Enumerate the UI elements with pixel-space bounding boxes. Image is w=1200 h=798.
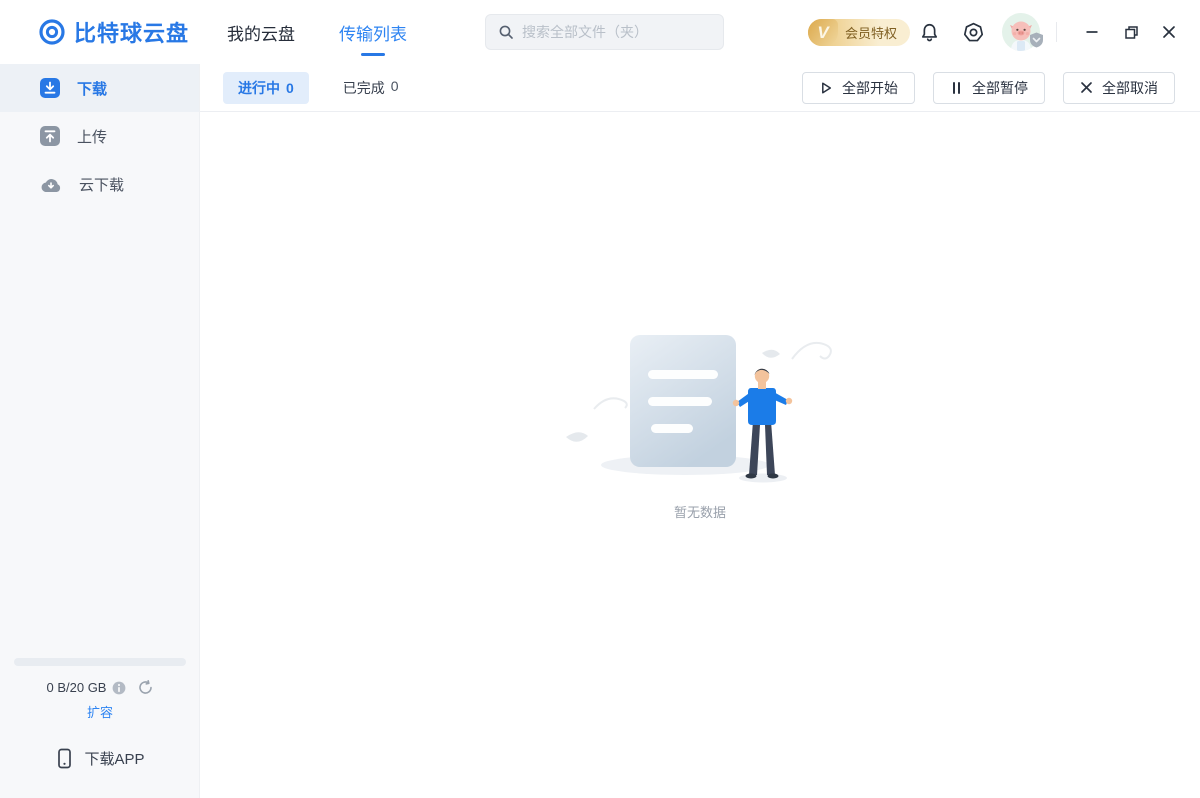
tab-count: 0 xyxy=(391,78,399,98)
avatar[interactable] xyxy=(1002,13,1040,51)
sidebar-item-cloud-download[interactable]: 云下载 xyxy=(0,160,199,208)
cloud-download-icon xyxy=(40,176,62,193)
tab-my-cloud-disk[interactable]: 我的云盘 xyxy=(227,20,295,45)
restore-icon[interactable] xyxy=(1116,17,1146,47)
empty-illustration xyxy=(550,325,850,492)
button-label: 全部取消 xyxy=(1102,78,1158,98)
storage-panel: 0 B/20 GB 扩容 xyxy=(0,658,200,722)
pause-icon xyxy=(950,81,963,95)
button-label: 全部暂停 xyxy=(972,78,1028,98)
download-app-label: 下载APP xyxy=(84,748,144,769)
sidebar-item-label: 上传 xyxy=(77,126,107,147)
pause-all-button[interactable]: 全部暂停 xyxy=(933,72,1045,104)
cancel-icon xyxy=(1080,81,1093,94)
download-app-button[interactable]: 下载APP xyxy=(0,736,200,780)
header-divider xyxy=(1056,22,1057,42)
transfer-toolbar: 进行中 0 已完成 0 全部开始 全部暂停 xyxy=(200,64,1200,112)
close-icon[interactable] xyxy=(1154,17,1184,47)
cancel-all-button[interactable]: 全部取消 xyxy=(1063,72,1175,104)
upload-icon xyxy=(40,126,60,146)
empty-state: 暂无数据 xyxy=(200,325,1200,521)
tab-label: 已完成 xyxy=(343,78,385,98)
app-header: 比特球云盘 我的云盘 传输列表 V 会员特权 xyxy=(0,0,1200,64)
search-icon xyxy=(498,24,514,40)
gear-icon[interactable] xyxy=(962,21,984,43)
vip-v-icon: V xyxy=(808,19,838,46)
sidebar-item-label: 下载 xyxy=(77,78,107,99)
sidebar: 下载 上传 云下载 0 B/20 GB xyxy=(0,64,200,798)
app-logo: 比特球云盘 xyxy=(38,0,189,64)
storage-progress-bar xyxy=(14,658,186,666)
download-icon xyxy=(40,78,60,98)
expand-storage-link[interactable]: 扩容 xyxy=(87,702,113,721)
main-content: 进行中 0 已完成 0 全部开始 全部暂停 xyxy=(200,64,1200,798)
sidebar-item-label: 云下载 xyxy=(79,174,124,195)
info-icon[interactable] xyxy=(112,681,126,695)
storage-usage: 0 B/20 GB xyxy=(47,680,107,695)
empty-state-text: 暂无数据 xyxy=(674,502,726,521)
tab-transfer-list[interactable]: 传输列表 xyxy=(339,20,407,45)
search-box[interactable] xyxy=(485,14,724,50)
shield-check-icon xyxy=(1029,32,1044,53)
start-all-button[interactable]: 全部开始 xyxy=(802,72,915,104)
tab-completed[interactable]: 已完成 0 xyxy=(343,78,399,98)
vip-badge-button[interactable]: V 会员特权 xyxy=(808,19,910,46)
logo-spiral-icon xyxy=(38,18,66,46)
refresh-icon[interactable] xyxy=(138,680,153,695)
search-input[interactable] xyxy=(522,24,711,40)
tab-count: 0 xyxy=(286,80,294,96)
sidebar-item-download[interactable]: 下载 xyxy=(0,64,199,112)
button-label: 全部开始 xyxy=(842,78,898,98)
play-icon xyxy=(819,81,833,95)
vip-label: 会员特权 xyxy=(845,23,897,42)
phone-icon xyxy=(55,748,74,769)
tab-in-progress[interactable]: 进行中 0 xyxy=(223,72,309,104)
sidebar-item-upload[interactable]: 上传 xyxy=(0,112,199,160)
minimize-icon[interactable] xyxy=(1077,17,1107,47)
primary-nav: 我的云盘 传输列表 xyxy=(227,0,407,64)
bell-icon[interactable] xyxy=(918,21,940,43)
tab-label: 进行中 xyxy=(238,78,280,98)
app-title: 比特球云盘 xyxy=(74,16,189,48)
